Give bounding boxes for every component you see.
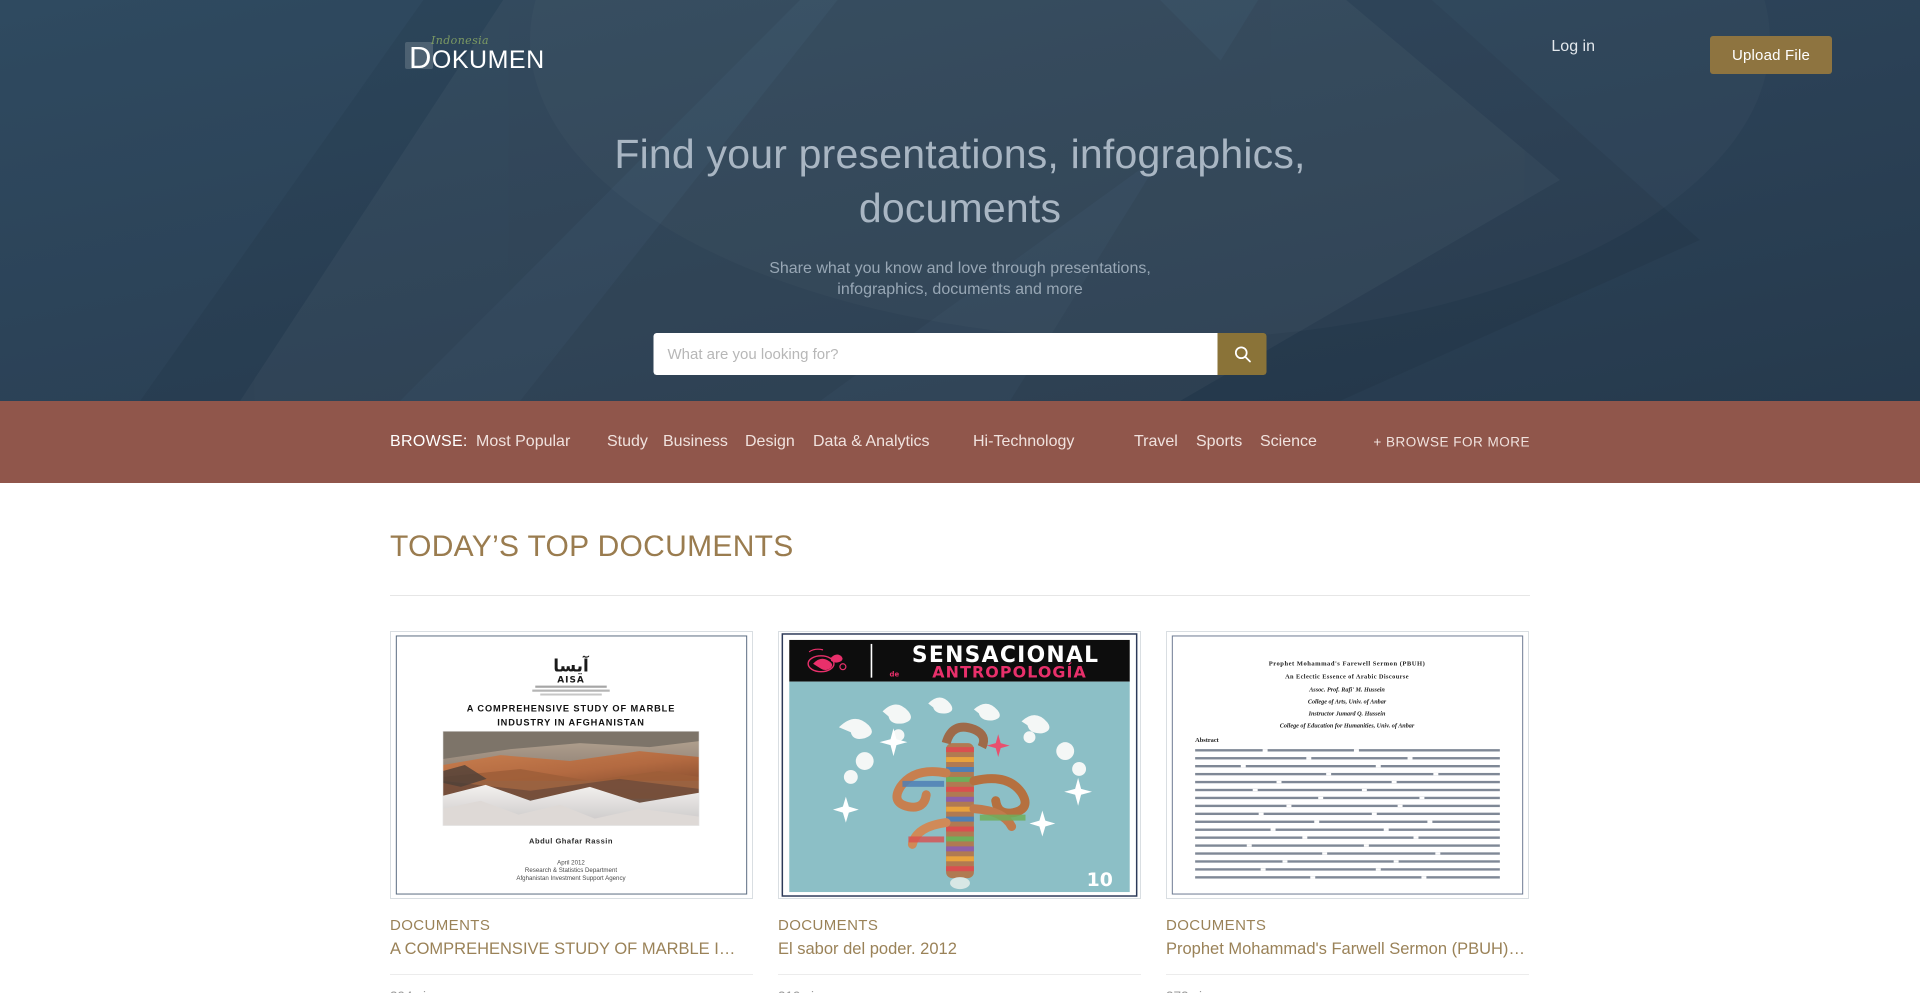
main-content: TODAY’S TOP DOCUMENTS آیسا AISA A COMPRE… [390, 483, 1530, 993]
svg-text:10: 10 [1087, 870, 1113, 891]
svg-text:Research & Statistics Departme: Research & Statistics Department [525, 867, 617, 874]
card-title-link[interactable]: Prophet Mohammad's Farwell Sermon (PBUH)… [1166, 938, 1529, 960]
browse-item-hi-technology[interactable]: Hi-Technology [973, 433, 1074, 451]
browse-item-design[interactable]: Design [745, 433, 795, 451]
card-divider [778, 974, 1141, 975]
hero-subtitle-line-1: Share what you know and love through pre… [769, 260, 1151, 277]
card-category-link[interactable]: DOCUMENTS [778, 917, 1141, 934]
browse-for-more-link[interactable]: + BROWSE FOR MORE [1373, 435, 1530, 450]
browse-item-business[interactable]: Business [663, 433, 728, 451]
document-card: Prophet Mohammad's Farewell Sermon (PBUH… [1166, 631, 1529, 993]
card-divider [1166, 974, 1529, 975]
svg-text:An Eclectic Essence of Arabic: An Eclectic Essence of Arabic Discourse [1285, 674, 1409, 681]
document-thumbnail[interactable]: Prophet Mohammad's Farewell Sermon (PBUH… [1166, 631, 1529, 899]
document-thumbnail[interactable]: SENSACIONAL de ANTROPOLOGÍA 10 [778, 631, 1141, 899]
document-card: SENSACIONAL de ANTROPOLOGÍA 10 DOCUMENTS… [778, 631, 1141, 993]
browse-item-sports[interactable]: Sports [1196, 433, 1242, 451]
svg-text:April 2012: April 2012 [557, 859, 585, 866]
report-cover-thumbnail-image: آیسا AISA A COMPREHENSIVE STUDY OF MARBL… [391, 632, 752, 898]
hero-subtitle-line-2: infographics, documents and more [837, 281, 1083, 298]
hero-section: Indonesia DOKUMEN Log in Upload File Fin… [0, 0, 1920, 401]
upload-file-button[interactable]: Upload File [1710, 36, 1832, 74]
search-icon [1234, 346, 1251, 363]
browse-item-most-popular[interactable]: Most Popular [476, 433, 570, 451]
card-category-link[interactable]: DOCUMENTS [390, 917, 753, 934]
svg-text:Instructor Jumard Q. Hussein: Instructor Jumard Q. Hussein [1308, 711, 1386, 717]
svg-text:Assoc. Prof. Rafi' M. Hussein: Assoc. Prof. Rafi' M. Hussein [1308, 688, 1385, 694]
svg-text:INDUSTRY IN AFGHANISTAN: INDUSTRY IN AFGHANISTAN [497, 717, 645, 727]
login-link[interactable]: Log in [1551, 38, 1595, 56]
document-card: آیسا AISA A COMPREHENSIVE STUDY OF MARBL… [390, 631, 753, 993]
svg-text:College of Arts, Univ. of Anba: College of Arts, Univ. of Anbar [1308, 699, 1387, 705]
svg-text:Prophet Mohammad's Farewell Se: Prophet Mohammad's Farewell Sermon (PBUH… [1269, 661, 1425, 668]
svg-text:de: de [890, 671, 900, 679]
paper-page-thumbnail-image: Prophet Mohammad's Farewell Sermon (PBUH… [1167, 632, 1528, 898]
svg-text:Abstract: Abstract [1195, 737, 1219, 744]
section-title: TODAY’S TOP DOCUMENTS [390, 530, 794, 563]
site-header: Indonesia DOKUMEN Log in Upload File [0, 0, 1920, 95]
card-title-link[interactable]: El sabor del poder. 2012 [778, 938, 1141, 960]
browse-item-travel[interactable]: Travel [1134, 433, 1178, 451]
card-category-link[interactable]: DOCUMENTS [1166, 917, 1529, 934]
svg-text:ANTROPOLOGÍA: ANTROPOLOGÍA [932, 663, 1087, 682]
browse-item-data-analytics[interactable]: Data & Analytics [813, 433, 930, 451]
search-input[interactable] [653, 333, 1218, 375]
search-bar [653, 333, 1267, 375]
section-divider [390, 595, 1530, 596]
document-thumbnail[interactable]: آیسا AISA A COMPREHENSIVE STUDY OF MARBL… [390, 631, 753, 899]
browse-item-science[interactable]: Science [1260, 433, 1317, 451]
hero-title-line-1: Find your presentations, infographics, [614, 131, 1306, 177]
svg-text:AISA: AISA [557, 676, 585, 686]
svg-text:Abdul Ghafar Rassin: Abdul Ghafar Rassin [529, 836, 613, 845]
hero-title-line-2: documents [858, 185, 1062, 231]
card-view-count: 319 views [778, 989, 1141, 993]
browse-label: BROWSE: [390, 433, 468, 450]
svg-text:Afghanistan Investment Support: Afghanistan Investment Support Agency [516, 875, 626, 882]
logo-main-text: DOKUMEN [409, 40, 545, 75]
card-divider [390, 974, 753, 975]
svg-text:College of Education for Human: College of Education for Humanities, Uni… [1280, 723, 1415, 729]
svg-text:A COMPREHENSIVE STUDY OF MARBL: A COMPREHENSIVE STUDY OF MARBLE [467, 703, 676, 713]
card-title-link[interactable]: A COMPREHENSIVE STUDY OF MARBLE I… [390, 938, 753, 960]
document-card-grid: آیسا AISA A COMPREHENSIVE STUDY OF MARBL… [390, 631, 1530, 993]
browse-nav: BROWSE: Most Popular Study Business Desi… [0, 401, 1920, 483]
page-title: Find your presentations, infographics, d… [0, 127, 1920, 235]
hero-subtitle: Share what you know and love through pre… [0, 258, 1920, 300]
search-button[interactable] [1217, 333, 1267, 375]
card-view-count: 372 views [1166, 989, 1529, 993]
magazine-cover-thumbnail-image: SENSACIONAL de ANTROPOLOGÍA 10 [779, 632, 1140, 898]
site-logo[interactable]: Indonesia DOKUMEN [405, 34, 545, 74]
card-view-count: 394 views [390, 989, 753, 993]
browse-item-study[interactable]: Study [607, 433, 648, 451]
svg-text:آیسا: آیسا [553, 655, 590, 676]
